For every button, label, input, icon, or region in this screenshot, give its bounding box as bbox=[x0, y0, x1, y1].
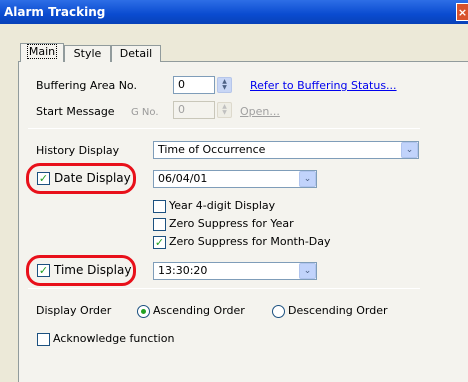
open-button[interactable]: Open... bbox=[240, 105, 280, 119]
check-icon: ✓ bbox=[38, 172, 49, 185]
buffering-area-spinner[interactable]: ▲ ▼ bbox=[217, 77, 232, 93]
g-no-label: G No. bbox=[131, 107, 159, 118]
spin-down-icon: ▼ bbox=[222, 109, 227, 116]
time-display-select[interactable]: 13:30:20 bbox=[153, 262, 317, 280]
start-message-label: Start Message bbox=[36, 105, 115, 118]
acknowledge-function-checkbox[interactable] bbox=[37, 333, 50, 346]
refer-buffering-status-link[interactable]: Refer to Buffering Status... bbox=[250, 79, 397, 93]
descending-order-radio[interactable] bbox=[272, 305, 285, 318]
display-order-label: Display Order bbox=[36, 304, 112, 317]
tab-detail[interactable]: Detail bbox=[111, 45, 161, 62]
year-4digit-checkbox[interactable] bbox=[153, 200, 166, 213]
history-display-label: History Display bbox=[36, 144, 120, 157]
close-button[interactable]: × bbox=[456, 3, 468, 21]
history-display-value: Time of Occurrence bbox=[158, 143, 266, 156]
time-display-value: 13:30:20 bbox=[158, 264, 208, 277]
chevron-down-icon: ⌄ bbox=[303, 174, 312, 184]
check-icon: ✓ bbox=[38, 264, 49, 277]
start-message-gno-input[interactable]: 0 bbox=[173, 101, 215, 119]
separator-2 bbox=[28, 288, 420, 289]
date-display-select[interactable]: 06/04/01 bbox=[153, 170, 317, 188]
tab-style-label: Style bbox=[73, 47, 102, 60]
zero-suppress-month-day-label: Zero Suppress for Month-Day bbox=[169, 235, 331, 248]
chevron-down-icon: ⌄ bbox=[405, 145, 414, 155]
zero-suppress-month-day-checkbox[interactable]: ✓ bbox=[153, 236, 166, 249]
history-display-dropdown-button[interactable]: ⌄ bbox=[401, 142, 418, 158]
tab-style[interactable]: Style bbox=[64, 45, 111, 62]
window-title: Alarm Tracking bbox=[4, 5, 106, 19]
tab-detail-label: Detail bbox=[119, 47, 153, 60]
acknowledge-function-label: Acknowledge function bbox=[53, 332, 175, 345]
close-icon: × bbox=[457, 6, 468, 19]
separator-1 bbox=[28, 128, 420, 129]
time-display-dropdown-button[interactable]: ⌄ bbox=[299, 263, 316, 279]
date-display-dropdown-button[interactable]: ⌄ bbox=[299, 171, 316, 187]
ascending-order-radio[interactable] bbox=[137, 305, 150, 318]
zero-suppress-year-label: Zero Suppress for Year bbox=[169, 217, 294, 230]
window-titlebar: Alarm Tracking bbox=[0, 0, 468, 24]
date-display-label: Date Display bbox=[54, 171, 131, 185]
tab-main[interactable]: Main bbox=[20, 43, 64, 62]
spin-down-icon: ▼ bbox=[222, 84, 227, 91]
start-message-gno-value: 0 bbox=[178, 103, 185, 116]
buffering-area-value: 0 bbox=[178, 78, 185, 91]
descending-order-label: Descending Order bbox=[288, 304, 388, 317]
start-message-spinner[interactable]: ▲ ▼ bbox=[217, 102, 232, 118]
time-display-checkbox[interactable]: ✓ bbox=[37, 264, 50, 277]
time-display-label: Time Display bbox=[54, 263, 132, 277]
date-display-value: 06/04/01 bbox=[158, 172, 208, 185]
buffering-area-label: Buffering Area No. bbox=[36, 79, 137, 92]
year-4digit-label: Year 4-digit Display bbox=[169, 199, 276, 212]
tab-main-label: Main bbox=[26, 44, 58, 59]
chevron-down-icon: ⌄ bbox=[303, 266, 312, 276]
buffering-area-input[interactable]: 0 bbox=[173, 76, 215, 94]
history-display-select[interactable]: Time of Occurrence bbox=[153, 141, 419, 159]
date-display-checkbox[interactable]: ✓ bbox=[37, 172, 50, 185]
check-icon: ✓ bbox=[154, 236, 165, 249]
radio-selected-dot bbox=[141, 309, 146, 314]
ascending-order-label: Ascending Order bbox=[153, 304, 245, 317]
zero-suppress-year-checkbox[interactable] bbox=[153, 218, 166, 231]
